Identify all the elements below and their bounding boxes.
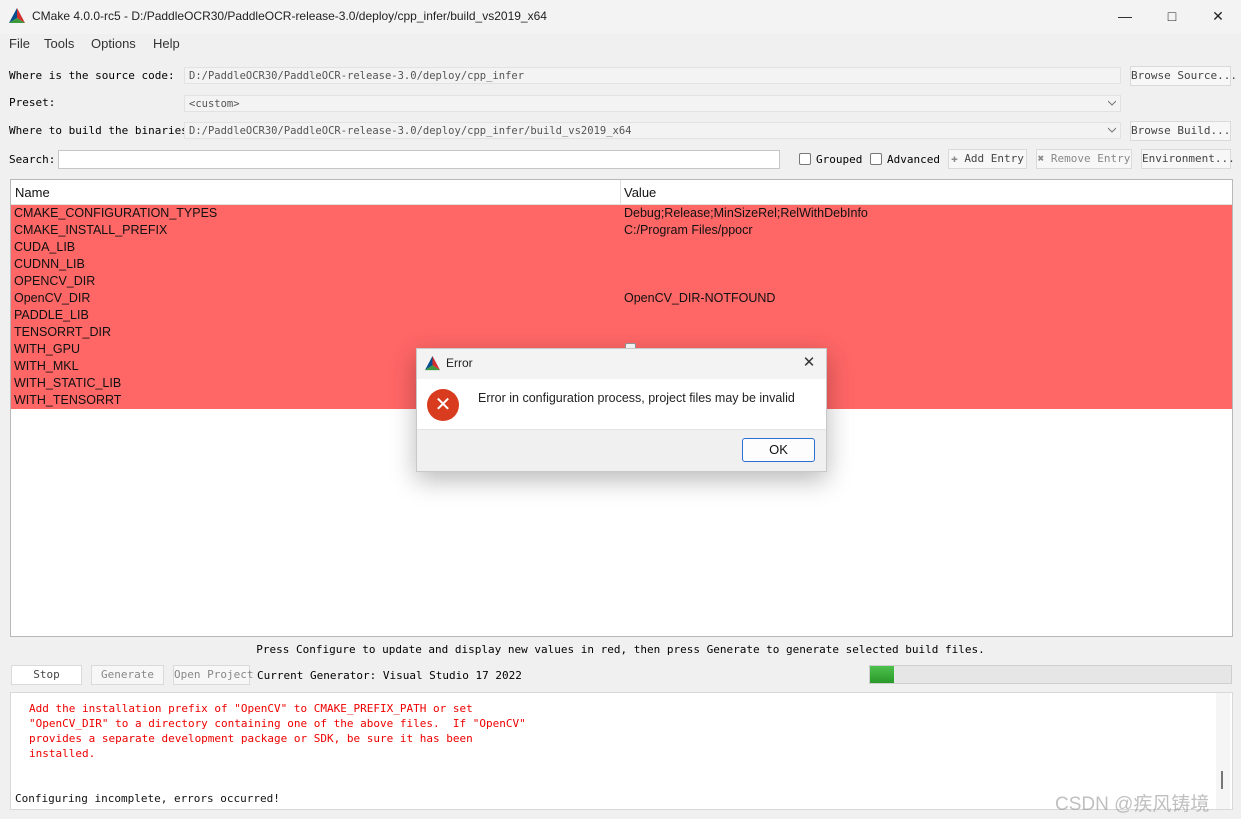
- entry-name: WITH_GPU: [14, 342, 80, 356]
- entry-name: CUDA_LIB: [14, 240, 76, 254]
- entry-name: CMAKE_INSTALL_PREFIX: [14, 223, 168, 237]
- dialog-body: ✕ Error in configuration process, projec…: [417, 379, 826, 429]
- entry-name: WITH_STATIC_LIB: [14, 376, 122, 390]
- add-entry-label: Add Entry: [964, 152, 1024, 165]
- entry-name: TENSORRT_DIR: [14, 325, 112, 339]
- table-row[interactable]: CUDNN_LIB: [11, 256, 1232, 273]
- source-label: Where is the source code:: [9, 69, 175, 82]
- browse-source-button[interactable]: Browse Source...: [1130, 66, 1237, 86]
- watermark: CSDN @疾风铸境: [1055, 794, 1210, 815]
- remove-icon: ✖: [1037, 152, 1045, 165]
- entry-value[interactable]: OpenCV_DIR-NOTFOUND: [624, 291, 775, 305]
- entry-name: WITH_MKL: [14, 359, 79, 373]
- environment-button[interactable]: Environment...: [1141, 149, 1235, 169]
- progress-bar: [869, 665, 1232, 684]
- build-label: Where to build the binaries:: [9, 124, 195, 137]
- error-dialog: Error ✕ ✕ Error in configuration process…: [416, 348, 827, 472]
- table-row[interactable]: CMAKE_INSTALL_PREFIX C:/Program Files/ppo…: [11, 222, 1232, 239]
- column-header-name[interactable]: Name: [15, 185, 50, 200]
- status-output-text: Configuring incomplete, errors occurred!: [15, 792, 280, 805]
- open-project-button[interactable]: Open Project: [173, 665, 253, 685]
- title-bar: CMake 4.0.0-rc5 - D:/PaddleOCR30/PaddleO…: [0, 0, 1241, 34]
- column-header-value[interactable]: Value: [624, 185, 656, 200]
- entry-name: WITH_TENSORRT: [14, 393, 122, 407]
- dialog-footer: OK: [417, 429, 826, 471]
- table-row[interactable]: OpenCV_DIR OpenCV_DIR-NOTFOUND: [11, 290, 1232, 307]
- menu-file[interactable]: File: [9, 36, 30, 51]
- entry-name: CUDNN_LIB: [14, 257, 85, 271]
- search-label: Search:: [9, 153, 56, 166]
- menu-options[interactable]: Options: [91, 36, 136, 51]
- menu-bar: File Tools Options Help: [0, 34, 1241, 54]
- preset-value: <custom>: [189, 98, 240, 110]
- menu-tools[interactable]: Tools: [44, 36, 74, 51]
- table-header: Name Value: [11, 180, 1232, 205]
- browse-build-button[interactable]: Browse Build...: [1130, 121, 1231, 141]
- table-row[interactable]: TENSORRT_DIR: [11, 324, 1232, 341]
- table-row[interactable]: PADDLE_LIB: [11, 307, 1232, 324]
- dialog-message: Error in configuration process, project …: [478, 391, 795, 405]
- minimize-icon[interactable]: —: [1102, 0, 1148, 32]
- output-log[interactable]: Add the installation prefix of "OpenCV" …: [10, 692, 1233, 810]
- ok-button[interactable]: OK: [742, 438, 815, 462]
- preset-select[interactable]: <custom>: [184, 95, 1121, 112]
- entry-name: PADDLE_LIB: [14, 308, 89, 322]
- grouped-label: Grouped: [816, 153, 863, 166]
- current-generator-text: Current Generator: Visual Studio 17 2022: [257, 669, 522, 682]
- close-icon[interactable]: ✕: [1195, 0, 1241, 32]
- grouped-checkbox[interactable]: [799, 153, 811, 165]
- advanced-checkbox[interactable]: [870, 153, 882, 165]
- source-path-field[interactable]: D:/PaddleOCR30/PaddleOCR-release-3.0/dep…: [184, 67, 1121, 84]
- menu-help[interactable]: Help: [153, 36, 180, 51]
- build-path-select[interactable]: D:/PaddleOCR30/PaddleOCR-release-3.0/dep…: [184, 122, 1121, 139]
- remove-entry-button[interactable]: ✖ Remove Entry: [1036, 149, 1132, 169]
- close-icon[interactable]: ✕: [800, 354, 818, 372]
- generate-button[interactable]: Generate: [91, 665, 164, 685]
- hint-text: Press Configure to update and display ne…: [256, 643, 985, 656]
- table-row[interactable]: CMAKE_CONFIGURATION_TYPES Debug;Release;M…: [11, 205, 1232, 222]
- error-output-text: Add the installation prefix of "OpenCV" …: [29, 702, 526, 760]
- output-scrollbar[interactable]: [1216, 693, 1230, 809]
- cmake-logo-icon: [425, 356, 440, 371]
- scrollbar-thumb[interactable]: [1221, 771, 1223, 789]
- add-icon: ✚: [951, 152, 958, 165]
- advanced-label: Advanced: [887, 153, 940, 166]
- error-icon: ✕: [427, 389, 459, 421]
- table-row[interactable]: OPENCV_DIR: [11, 273, 1232, 290]
- search-input[interactable]: [58, 150, 780, 169]
- entry-name: OPENCV_DIR: [14, 274, 96, 288]
- window-title: CMake 4.0.0-rc5 - D:/PaddleOCR30/PaddleO…: [32, 9, 547, 23]
- cmake-logo-icon: [9, 8, 25, 23]
- entry-name: CMAKE_CONFIGURATION_TYPES: [14, 206, 218, 220]
- entry-value[interactable]: C:/Program Files/ppocr: [624, 223, 753, 237]
- table-row[interactable]: CUDA_LIB: [11, 239, 1232, 256]
- chevron-down-icon: [1108, 127, 1116, 133]
- preset-label: Preset:: [9, 96, 56, 109]
- remove-entry-label: Remove Entry: [1050, 152, 1131, 165]
- add-entry-button[interactable]: ✚ Add Entry: [948, 149, 1027, 169]
- entry-name: OpenCV_DIR: [14, 291, 91, 305]
- dialog-title: Error: [446, 356, 473, 370]
- chevron-down-icon: [1108, 100, 1116, 106]
- entry-value[interactable]: Debug;Release;MinSizeRel;RelWithDebInfo: [624, 206, 868, 220]
- progress-fill: [870, 666, 894, 683]
- build-path-value: D:/PaddleOCR30/PaddleOCR-release-3.0/dep…: [189, 125, 632, 137]
- maximize-icon[interactable]: □: [1149, 0, 1195, 32]
- dialog-title-bar: Error ✕: [417, 349, 826, 379]
- stop-button[interactable]: Stop: [11, 665, 82, 685]
